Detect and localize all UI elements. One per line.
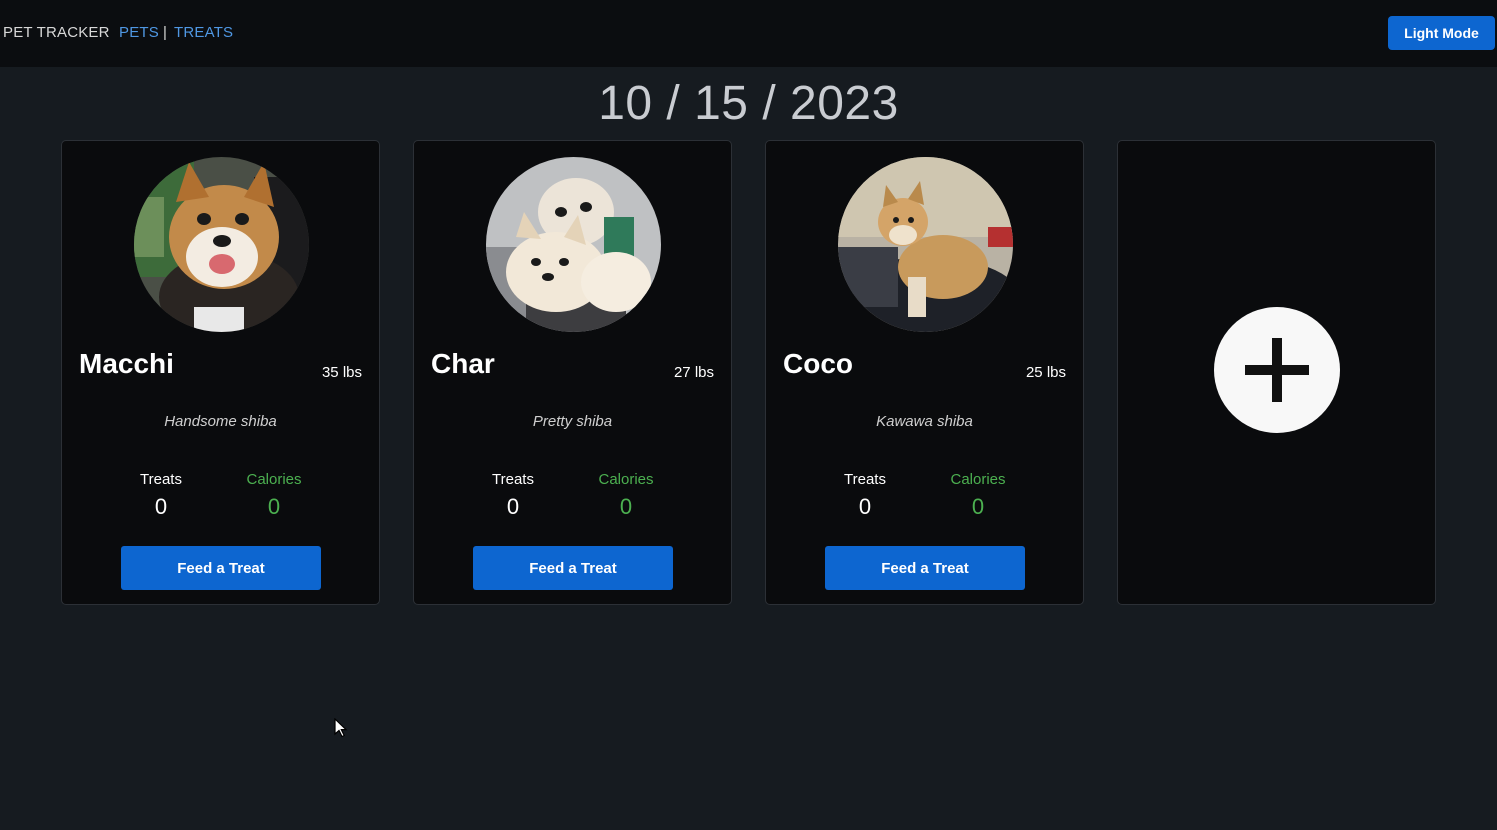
- plus-icon: [1245, 338, 1309, 402]
- add-pet-card[interactable]: [1117, 140, 1436, 605]
- calories-stat: Calories 0: [928, 471, 1028, 520]
- treats-label: Treats: [844, 471, 886, 488]
- pet-avatar: [134, 157, 309, 332]
- light-mode-button[interactable]: Light Mode: [1388, 16, 1495, 50]
- mouse-cursor-icon: [334, 718, 348, 738]
- pet-name: Char: [431, 348, 495, 379]
- pet-avatar: [486, 157, 661, 332]
- pet-description: Pretty shiba: [532, 413, 613, 430]
- calories-stat: Calories 0: [576, 471, 676, 520]
- treats-count: 0: [154, 494, 168, 519]
- calories-label: Calories: [598, 471, 654, 488]
- pet-avatar: [838, 157, 1013, 332]
- brand-title: PET TRACKER: [3, 24, 110, 41]
- pet-description: Handsome shiba: [164, 413, 277, 430]
- treats-count: 0: [858, 494, 872, 519]
- feed-treat-button[interactable]: Feed a Treat: [121, 546, 321, 590]
- pet-name: Coco: [783, 348, 853, 379]
- pet-weight: 27 lbs: [673, 364, 714, 381]
- pet-weight: 35 lbs: [321, 364, 362, 381]
- current-date: 10 / 15 / 2023: [598, 77, 899, 130]
- add-pet-button[interactable]: [1214, 307, 1340, 433]
- calories-stat: Calories 0: [224, 471, 324, 520]
- pet-card-coco: Coco 25 lbs Kawawa shiba Treats 0 Calori…: [765, 140, 1084, 605]
- nav-link-treats[interactable]: TREATS: [174, 24, 233, 41]
- dog-photo-icon: [486, 157, 661, 332]
- calories-label: Calories: [950, 471, 1006, 488]
- dog-photo-icon: [134, 157, 309, 332]
- nav-separator: |: [163, 24, 167, 41]
- feed-treat-button[interactable]: Feed a Treat: [473, 546, 673, 590]
- feed-treat-button[interactable]: Feed a Treat: [825, 546, 1025, 590]
- dog-photo-icon: [838, 157, 1013, 332]
- calories-count: 0: [971, 494, 985, 519]
- treats-label: Treats: [492, 471, 534, 488]
- treats-stat: Treats 0: [815, 471, 915, 520]
- navbar: PET TRACKER PETS | TREATS Light Mode: [0, 0, 1497, 67]
- pet-card-macchi: Macchi 35 lbs Handsome shiba Treats 0 Ca…: [61, 140, 380, 605]
- treats-count: 0: [506, 494, 520, 519]
- treats-label: Treats: [140, 471, 182, 488]
- pet-weight: 25 lbs: [1025, 364, 1066, 381]
- pet-name: Macchi: [79, 348, 174, 379]
- pet-card-char: Char 27 lbs Pretty shiba Treats 0 Calori…: [413, 140, 732, 605]
- calories-count: 0: [267, 494, 281, 519]
- nav-link-pets[interactable]: PETS: [119, 24, 159, 41]
- treats-stat: Treats 0: [463, 471, 563, 520]
- treats-stat: Treats 0: [111, 471, 211, 520]
- calories-count: 0: [619, 494, 633, 519]
- calories-label: Calories: [246, 471, 302, 488]
- pet-description: Kawawa shiba: [876, 413, 973, 430]
